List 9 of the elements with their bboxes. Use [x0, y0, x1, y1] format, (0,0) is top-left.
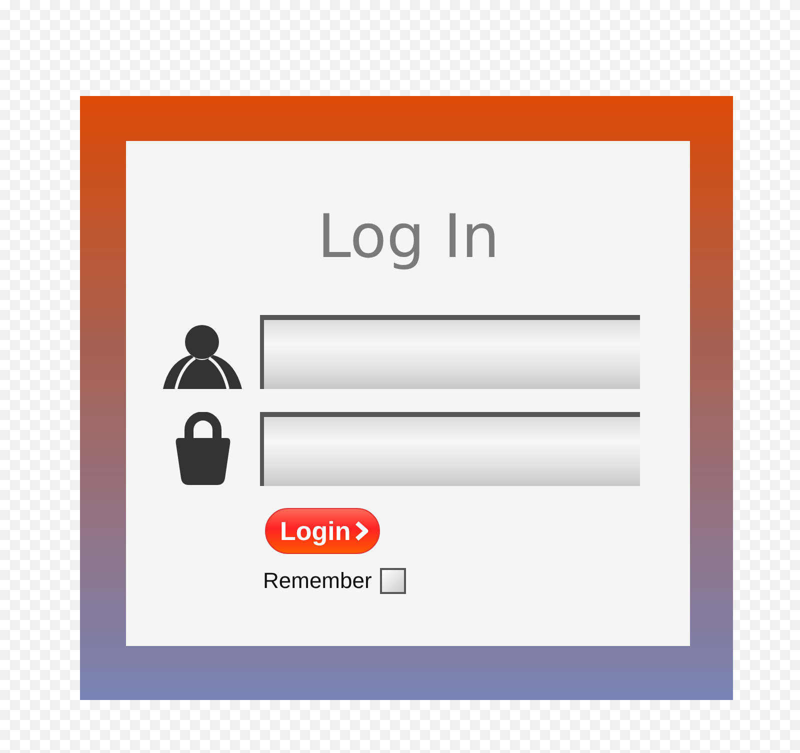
lock-icon: [175, 412, 231, 486]
user-icon: [163, 325, 243, 389]
chevron-icon: [354, 521, 369, 541]
username-field[interactable]: [260, 315, 640, 389]
password-field[interactable]: [260, 412, 640, 486]
remember-checkbox[interactable]: [380, 568, 406, 594]
login-title: Log In: [318, 201, 500, 273]
login-button[interactable]: Login: [265, 508, 380, 554]
remember-label: Remember: [263, 568, 372, 594]
